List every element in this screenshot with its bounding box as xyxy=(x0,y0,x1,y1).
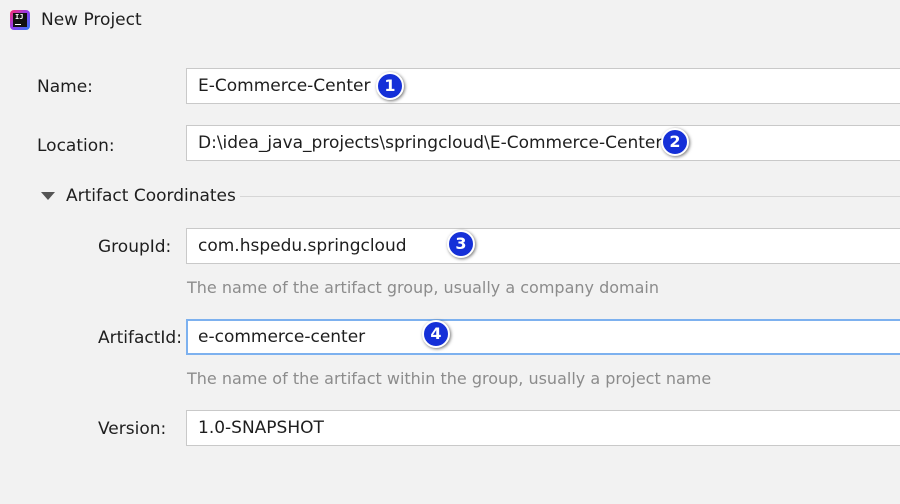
annotation-marker-2: 2 xyxy=(661,128,689,156)
artifactid-input[interactable]: e-commerce-center xyxy=(186,319,900,355)
version-input[interactable]: 1.0-SNAPSHOT xyxy=(186,410,900,446)
artifactid-hint: The name of the artifact within the grou… xyxy=(187,369,712,388)
title-bar: IJ New Project xyxy=(0,0,900,42)
groupid-input[interactable]: com.hspedu.springcloud xyxy=(186,228,900,264)
annotation-marker-3: 3 xyxy=(447,230,475,258)
annotation-marker-1: 1 xyxy=(376,72,404,100)
annotation-marker-4: 4 xyxy=(422,320,450,348)
artifact-coordinates-label: Artifact Coordinates xyxy=(66,186,236,206)
groupid-hint: The name of the artifact group, usually … xyxy=(187,278,659,297)
location-label: Location: xyxy=(37,136,115,156)
version-label: Version: xyxy=(98,419,167,439)
intellij-idea-icon: IJ xyxy=(10,10,30,30)
artifactid-label: ArtifactId: xyxy=(98,328,182,348)
name-input[interactable]: E-Commerce-Center xyxy=(186,68,900,104)
groupid-label: GroupId: xyxy=(98,237,172,257)
window-title: New Project xyxy=(41,10,142,30)
artifact-coordinates-toggle[interactable]: Artifact Coordinates xyxy=(40,185,900,209)
expand-triangle-icon xyxy=(41,192,55,200)
section-divider xyxy=(240,196,900,197)
name-label: Name: xyxy=(37,77,93,97)
location-input[interactable]: D:\idea_java_projects\springcloud\E-Comm… xyxy=(186,125,900,161)
